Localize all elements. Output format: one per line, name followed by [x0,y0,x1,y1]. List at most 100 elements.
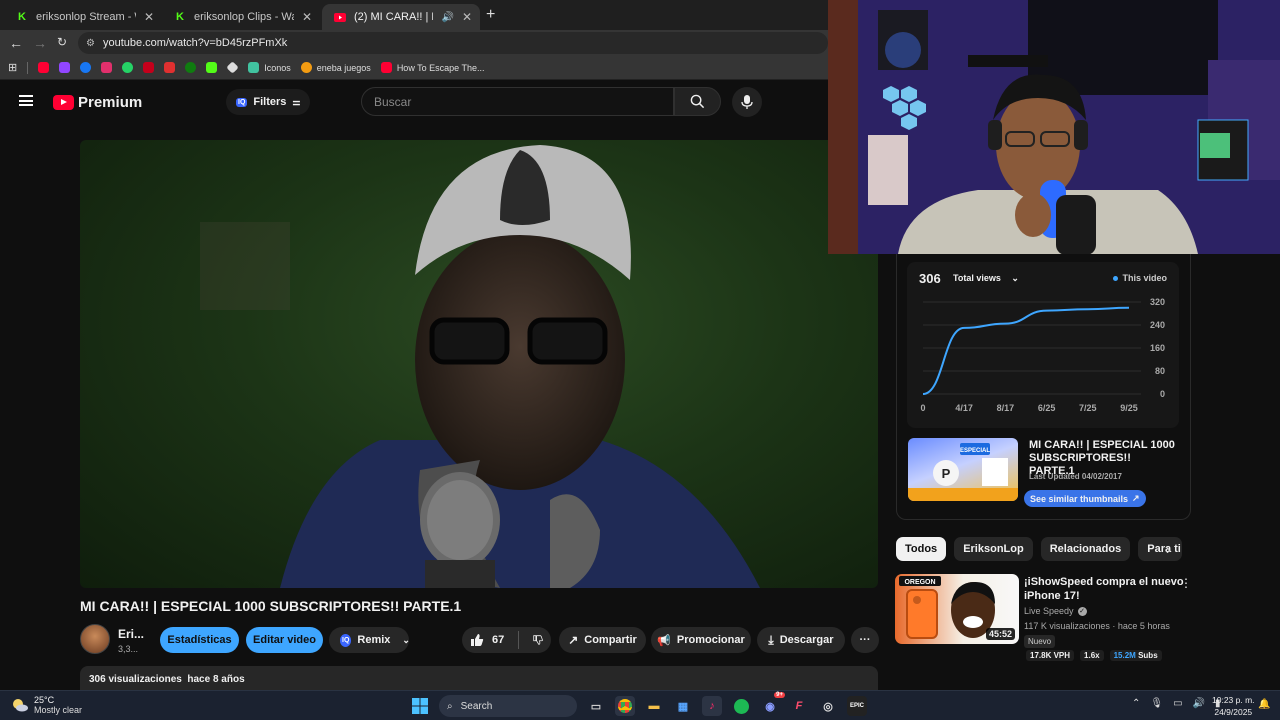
channel-name[interactable]: Eri... [118,627,144,641]
discord-icon[interactable]: ◉ 9+ [760,692,785,716]
windows-start-icon[interactable] [410,696,430,716]
close-tab-icon[interactable]: ✕ [462,10,472,24]
bookmark-kick[interactable] [206,62,218,73]
chip-channel[interactable]: EriksonLop [954,537,1033,561]
chrome-icon[interactable] [615,696,635,716]
f-app-icon[interactable]: F [789,696,809,716]
chip-for-you[interactable]: Para ti [1138,537,1183,561]
menu-icon[interactable] [19,95,33,106]
kick-icon: K [176,11,184,23]
last-updated: Last Updated 04/02/2017 [1029,472,1122,481]
notification-icon[interactable]: 🔔 [1258,699,1270,710]
new-tab-icon[interactable]: + [486,6,495,24]
search-button[interactable] [674,87,721,116]
recommended-stats: 17.8K VPH 1.6x 15.2M Subs [1026,650,1162,661]
see-similar-thumbnails-button[interactable]: See similar thumbnails ↗ [1024,490,1146,507]
filters-button[interactable]: IQ Filters ⚌ [226,89,311,115]
moon-cloud-icon [13,699,28,712]
recommended-video[interactable]: OREGON 45:52 ¡iShowSpeed compra el nuevo… [895,574,1195,664]
like-button[interactable]: 67 [470,633,504,647]
clock[interactable]: 10:23 p. m. 24/9/2025 [1212,694,1255,718]
video-player[interactable] [80,140,878,588]
network-icon[interactable]: ▭ [1173,698,1182,709]
tiktok-icon[interactable]: ♪ [702,696,722,716]
x-tick-label: 7/25 [1079,403,1097,413]
bookmark-facebook[interactable] [80,62,92,73]
bookmark-instagram[interactable] [101,62,113,73]
facebook-icon [80,62,92,73]
bookmark-label: How To Escape The... [396,62,485,73]
epic-games-icon[interactable]: EPIC [847,696,867,716]
bookmark-eneba[interactable]: eneba juegos [300,62,371,73]
back-icon[interactable]: ← [9,35,23,51]
twitch-icon [59,62,71,73]
stats-button[interactable]: Estadísticas [160,627,239,653]
share-button[interactable]: ↗ Compartir [559,627,646,653]
recommended-channel-row: Live Speedy ✓ [1024,606,1087,616]
spotify-icon[interactable] [731,696,751,716]
description-box[interactable]: 306 visualizaciones hace 8 años [80,666,878,690]
metric-dropdown[interactable]: Total views ⌄ [953,273,1019,284]
more-actions-button[interactable]: ··· [851,627,879,653]
url-text: youtube.com/watch?v=bD45rzPFmXk [102,37,288,49]
recommended-channel[interactable]: Live Speedy [1024,606,1074,616]
close-tab-icon[interactable]: ✕ [144,10,154,24]
chip-todos[interactable]: Todos [896,537,947,561]
forward-icon[interactable]: → [33,35,47,51]
youtube-logo[interactable]: Premium [53,94,142,111]
promote-button[interactable]: 📢 Promocionar [651,627,751,653]
remix-button[interactable]: IQ Remix ⌄ [329,627,410,653]
bookmark-game[interactable] [143,62,155,73]
more-vertical-icon[interactable]: ⋮ [1180,576,1192,590]
chip-related[interactable]: Relacionados [1040,537,1131,561]
search-icon: ⌕ [447,700,453,712]
total-views: 306 [919,271,941,286]
video-title: MI CARA!! | ESPECIAL 1000 SUBSCRIPTORES!… [80,598,462,614]
audio-icon[interactable]: 🔊 [441,12,453,23]
microphone-icon[interactable]: 🎙 [1150,698,1163,709]
recommended-thumbnail[interactable]: OREGON 45:52 [895,574,1019,644]
bookmark-diamond[interactable] [226,61,239,74]
bookmark-whatsapp[interactable] [122,62,134,73]
similar-video-thumbnail[interactable]: ESPECIAL P [908,438,1018,501]
channel-avatar[interactable] [80,624,110,654]
close-tab-icon[interactable]: ✕ [302,10,312,24]
volume-icon[interactable]: 🔊 [1193,698,1205,709]
thumbs-down-icon[interactable] [533,633,543,647]
site-info-icon[interactable]: ⚙ [86,38,95,49]
megaphone-icon: 📢 [657,634,671,647]
weather-widget[interactable]: 25°C Mostly clear [12,695,82,715]
edit-video-button[interactable]: Editar video [246,627,323,653]
address-bar[interactable]: ⚙ youtube.com/watch?v=bD45rzPFmXk [78,32,828,54]
browser-tab-active[interactable]: (2) MI CARA!! | ESPECIAL 10 🔊 ✕ [322,4,480,30]
recommended-title[interactable]: ¡iShowSpeed compra el nuevo iPhone 17! [1024,575,1184,603]
owner-row: Eri... 3,3... Estadísticas Editar video … [80,624,880,656]
store-icon[interactable]: ▦ [673,696,693,716]
download-button[interactable]: ⤓ Descargar [757,627,845,653]
browser-tab[interactable]: K eriksonlop Clips - Watch Live on ✕ [162,4,320,30]
task-view-icon[interactable]: ▭ [586,696,606,716]
chevron-right-icon[interactable]: › [1166,541,1171,557]
search-input[interactable]: Buscar [361,87,674,116]
obs-icon[interactable]: ◎ [818,696,838,716]
apps-icon[interactable]: ⊞ [8,61,17,74]
taskbar-apps: ⌕ Search ▭ ▬ ▦ ♪ ◉ 9+ F ◎ EPIC [410,692,867,717]
bookmark-twitch[interactable] [59,62,71,73]
bookmark-youtube[interactable] [38,62,50,73]
voice-search-button[interactable] [732,87,762,117]
bookmark-xbox[interactable] [185,62,197,73]
browser-tab[interactable]: K eriksonlop Stream - Watch Live ✕ [4,4,162,30]
bookmark-how-to-escape[interactable]: How To Escape The... [380,62,485,73]
bookmark-gmail[interactable] [164,62,176,73]
youtube-play-icon [53,95,74,110]
chevron-down-icon: ⌄ [1011,273,1019,283]
chevron-up-icon[interactable]: ⌃ [1132,698,1140,709]
youtube-icon [334,11,346,23]
reload-icon[interactable]: ↻ [57,35,67,49]
tab-title: (2) MI CARA!! | ESPECIAL 10 [354,11,433,23]
folder-icon[interactable]: ▬ [644,696,664,716]
taskbar-search-label: Search [460,700,493,712]
bookmark-iconos[interactable]: Iconos [248,62,291,73]
subs-stat: 15.2M Subs [1109,650,1162,661]
taskbar-search[interactable]: ⌕ Search [439,695,577,717]
